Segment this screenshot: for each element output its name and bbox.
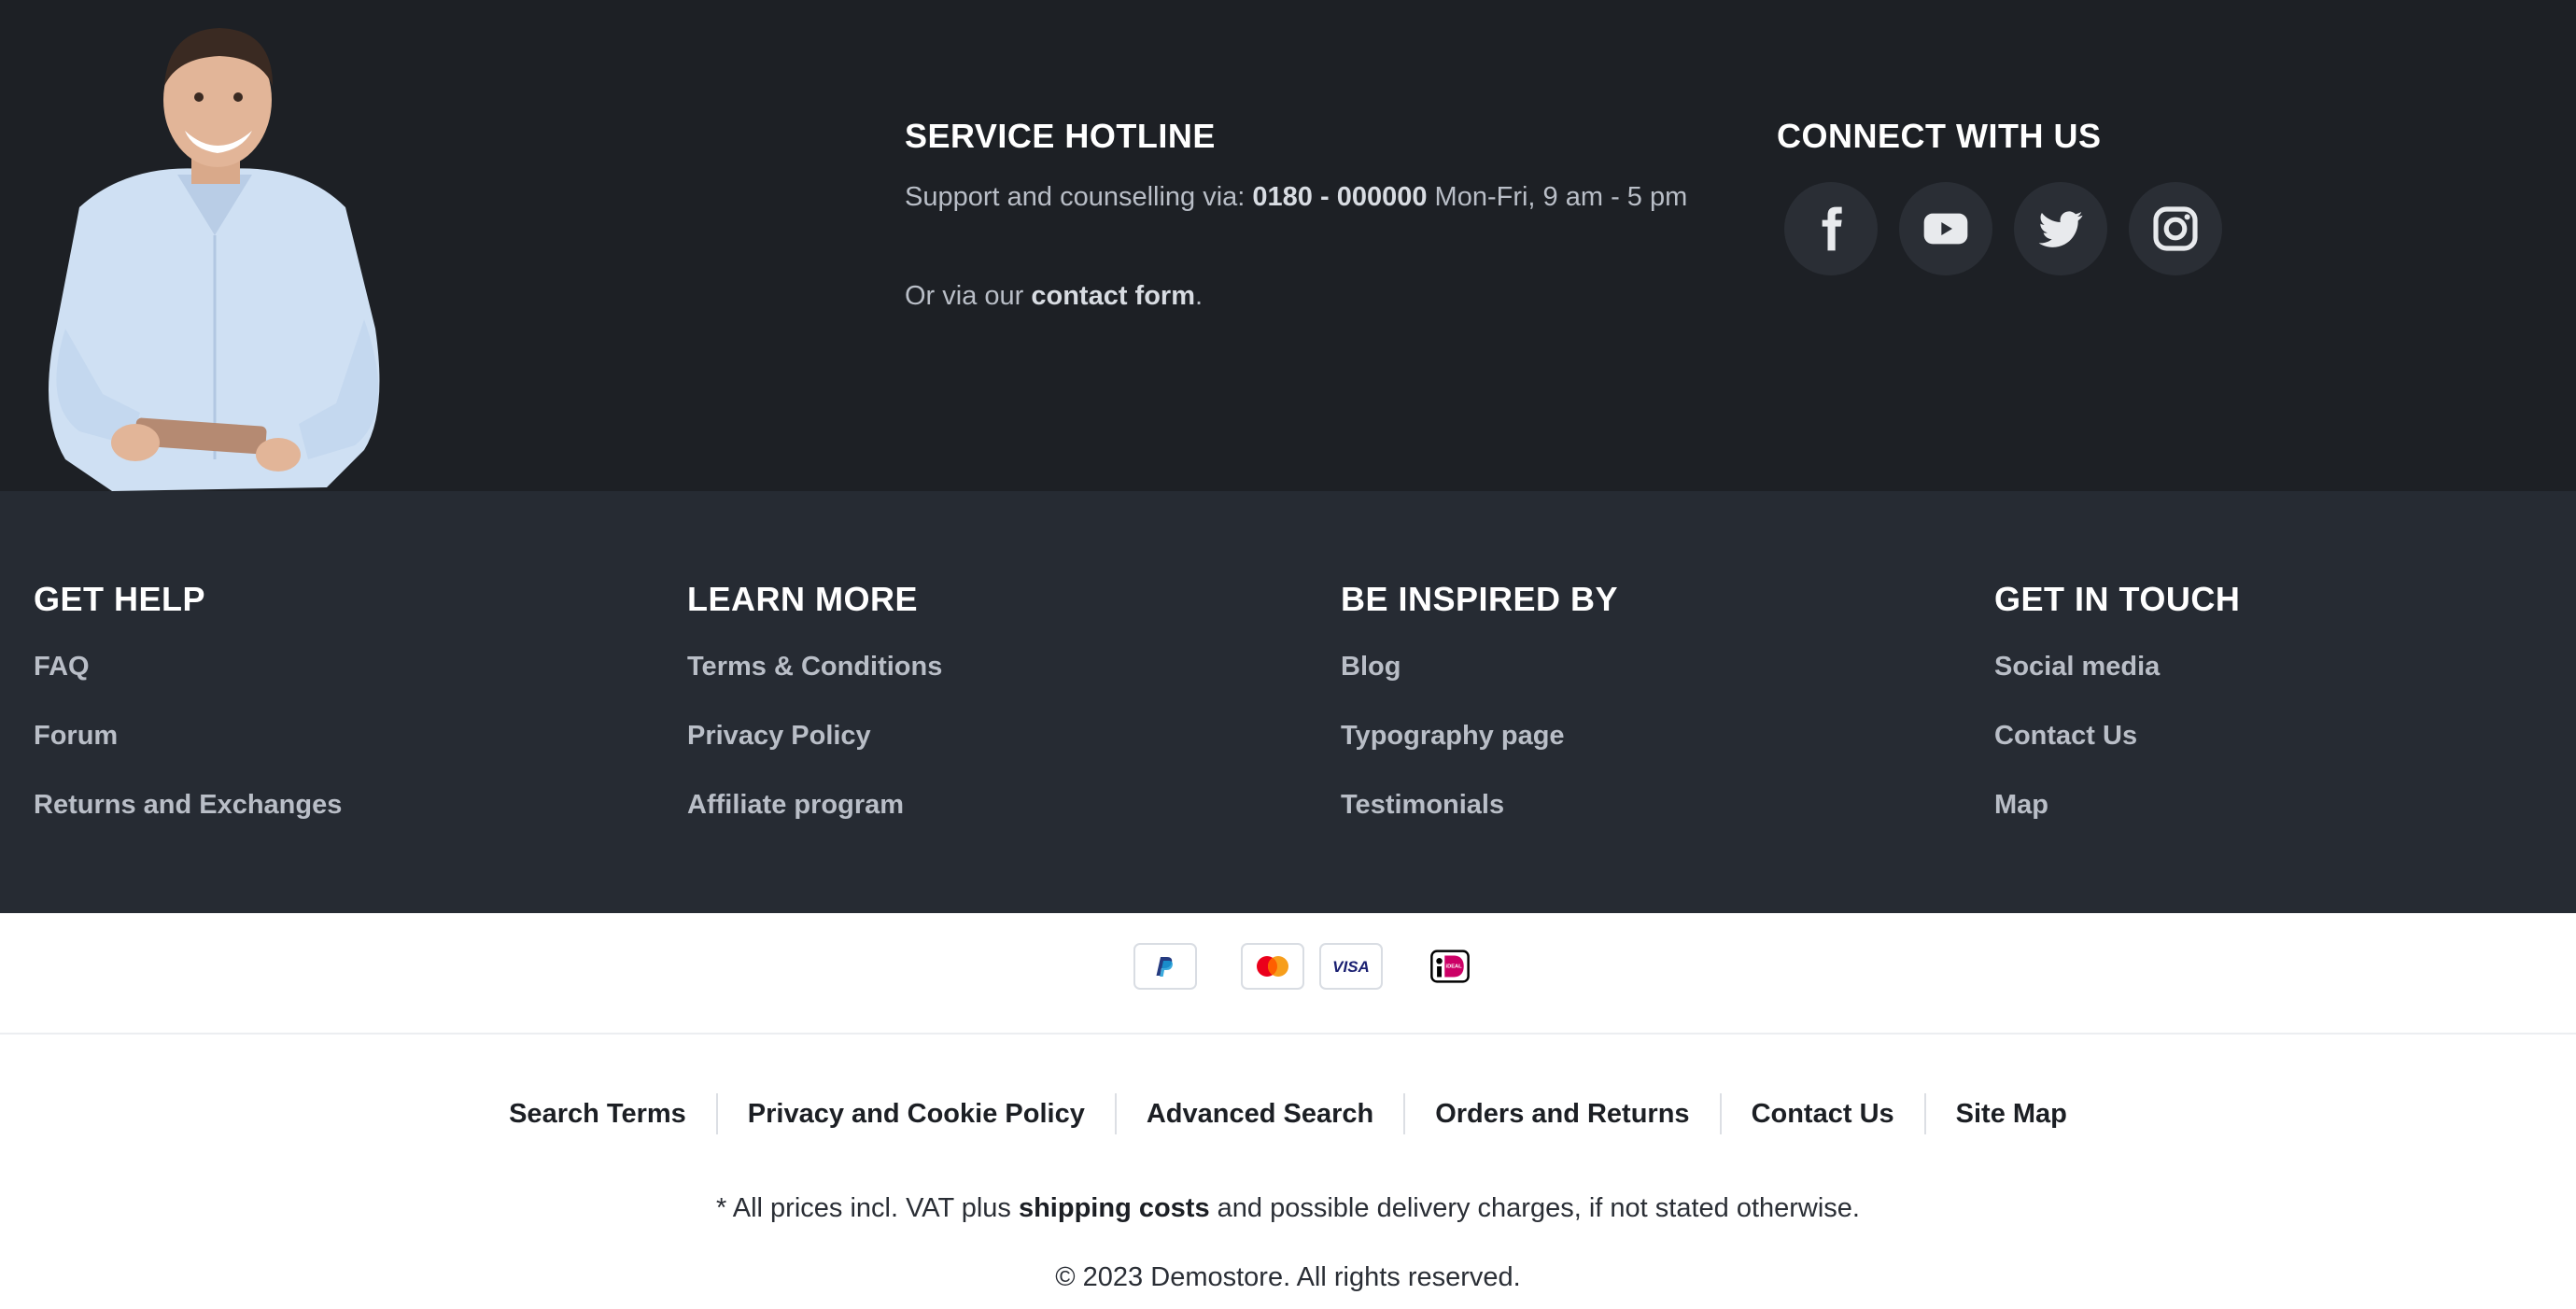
link-testimonials[interactable]: Testimonials xyxy=(1341,785,1901,854)
nav-search-terms[interactable]: Search Terms xyxy=(479,1093,716,1134)
column-get-in-touch: GET IN TOUCH Social media Contact Us Map xyxy=(1994,580,2555,854)
nav-contact-us[interactable]: Contact Us xyxy=(1719,1093,1924,1134)
contact-form-link[interactable]: contact form xyxy=(1031,281,1195,311)
ideal-badge: iDEAL xyxy=(1424,943,1476,990)
bottom-nav: Search Terms Privacy and Cookie Policy A… xyxy=(0,1091,2576,1137)
column-title: LEARN MORE xyxy=(687,580,918,618)
social-links xyxy=(1777,182,2337,275)
column-title: BE INSPIRED BY xyxy=(1341,580,1619,618)
support-prefix: Support and counselling via: xyxy=(905,182,1253,212)
hotline-phone[interactable]: 0180 - 000000 xyxy=(1252,182,1427,212)
youtube-button[interactable] xyxy=(1899,182,1992,275)
link-contact-us[interactable]: Contact Us xyxy=(1994,716,2555,785)
twitter-button[interactable] xyxy=(2014,182,2107,275)
nav-advanced-search[interactable]: Advanced Search xyxy=(1114,1093,1403,1134)
contact-suffix: . xyxy=(1195,281,1204,311)
column-title: GET IN TOUCH xyxy=(1994,580,2241,618)
connect-title: CONNECT WITH US xyxy=(1777,117,2102,155)
vat-prefix: * All prices incl. VAT plus xyxy=(716,1193,1019,1223)
facebook-button[interactable] xyxy=(1784,182,1878,275)
footer-links: GET HELP FAQ Forum Returns and Exchanges… xyxy=(0,491,2576,913)
column-be-inspired: BE INSPIRED BY Blog Typography page Test… xyxy=(1341,580,1901,854)
link-terms[interactable]: Terms & Conditions xyxy=(687,647,1247,716)
nav-privacy-cookie-policy[interactable]: Privacy and Cookie Policy xyxy=(715,1093,1115,1134)
support-hours: Mon-Fri, 9 am - 5 pm xyxy=(1427,182,1688,212)
nav-site-map[interactable]: Site Map xyxy=(1923,1093,2097,1134)
twitter-icon xyxy=(2038,211,2083,247)
visa-badge: VISA xyxy=(1319,943,1383,990)
nav-orders-returns[interactable]: Orders and Returns xyxy=(1403,1093,1719,1134)
instagram-button[interactable] xyxy=(2129,182,2222,275)
ideal-icon: iDEAL xyxy=(1430,950,1470,983)
facebook-icon xyxy=(1822,206,1842,251)
link-affiliate[interactable]: Affiliate program xyxy=(687,785,1247,854)
connect-with-us: CONNECT WITH US xyxy=(1777,117,2337,275)
shipping-costs-link[interactable]: shipping costs xyxy=(1019,1193,1210,1223)
youtube-icon xyxy=(1923,213,1968,245)
vat-suffix: and possible delivery charges, if not st… xyxy=(1209,1193,1860,1223)
vat-notice: * All prices incl. VAT plus shipping cos… xyxy=(0,1193,2576,1224)
link-privacy[interactable]: Privacy Policy xyxy=(687,716,1247,785)
link-forum[interactable]: Forum xyxy=(34,716,594,785)
link-map[interactable]: Map xyxy=(1994,785,2555,854)
ideal-label: iDEAL xyxy=(1446,964,1463,970)
mastercard-badge xyxy=(1241,943,1304,990)
column-learn-more: LEARN MORE Terms & Conditions Privacy Po… xyxy=(687,580,1247,854)
support-agent-image xyxy=(49,28,380,491)
mastercard-icon xyxy=(1257,956,1288,977)
contact-prefix: Or via our xyxy=(905,281,1032,311)
link-returns[interactable]: Returns and Exchanges xyxy=(34,785,594,854)
service-hotline-band: SERVICE HOTLINE Support and counselling … xyxy=(0,0,2576,491)
service-hotline: SERVICE HOTLINE Support and counselling … xyxy=(905,117,1726,315)
visa-icon: VISA xyxy=(1332,958,1370,976)
instagram-icon xyxy=(2153,206,2198,251)
paypal-icon xyxy=(1156,957,1173,977)
visa-label: VISA xyxy=(1332,958,1370,976)
column-title: GET HELP xyxy=(34,580,206,618)
contact-form-text: Or via our contact form. xyxy=(905,277,1726,315)
link-faq[interactable]: FAQ xyxy=(34,647,594,716)
link-social-media[interactable]: Social media xyxy=(1994,647,2555,716)
column-get-help: GET HELP FAQ Forum Returns and Exchanges xyxy=(34,580,594,854)
copyright: © 2023 Demostore. All rights reserved. xyxy=(1055,1262,1521,1292)
paypal-badge xyxy=(1133,943,1197,990)
link-typography[interactable]: Typography page xyxy=(1341,716,1901,785)
payment-methods: VISA iDEAL xyxy=(0,913,2576,1035)
link-blog[interactable]: Blog xyxy=(1341,647,1901,716)
service-hotline-title: SERVICE HOTLINE xyxy=(905,117,1216,155)
support-text: Support and counselling via: 0180 - 0000… xyxy=(905,178,1726,216)
